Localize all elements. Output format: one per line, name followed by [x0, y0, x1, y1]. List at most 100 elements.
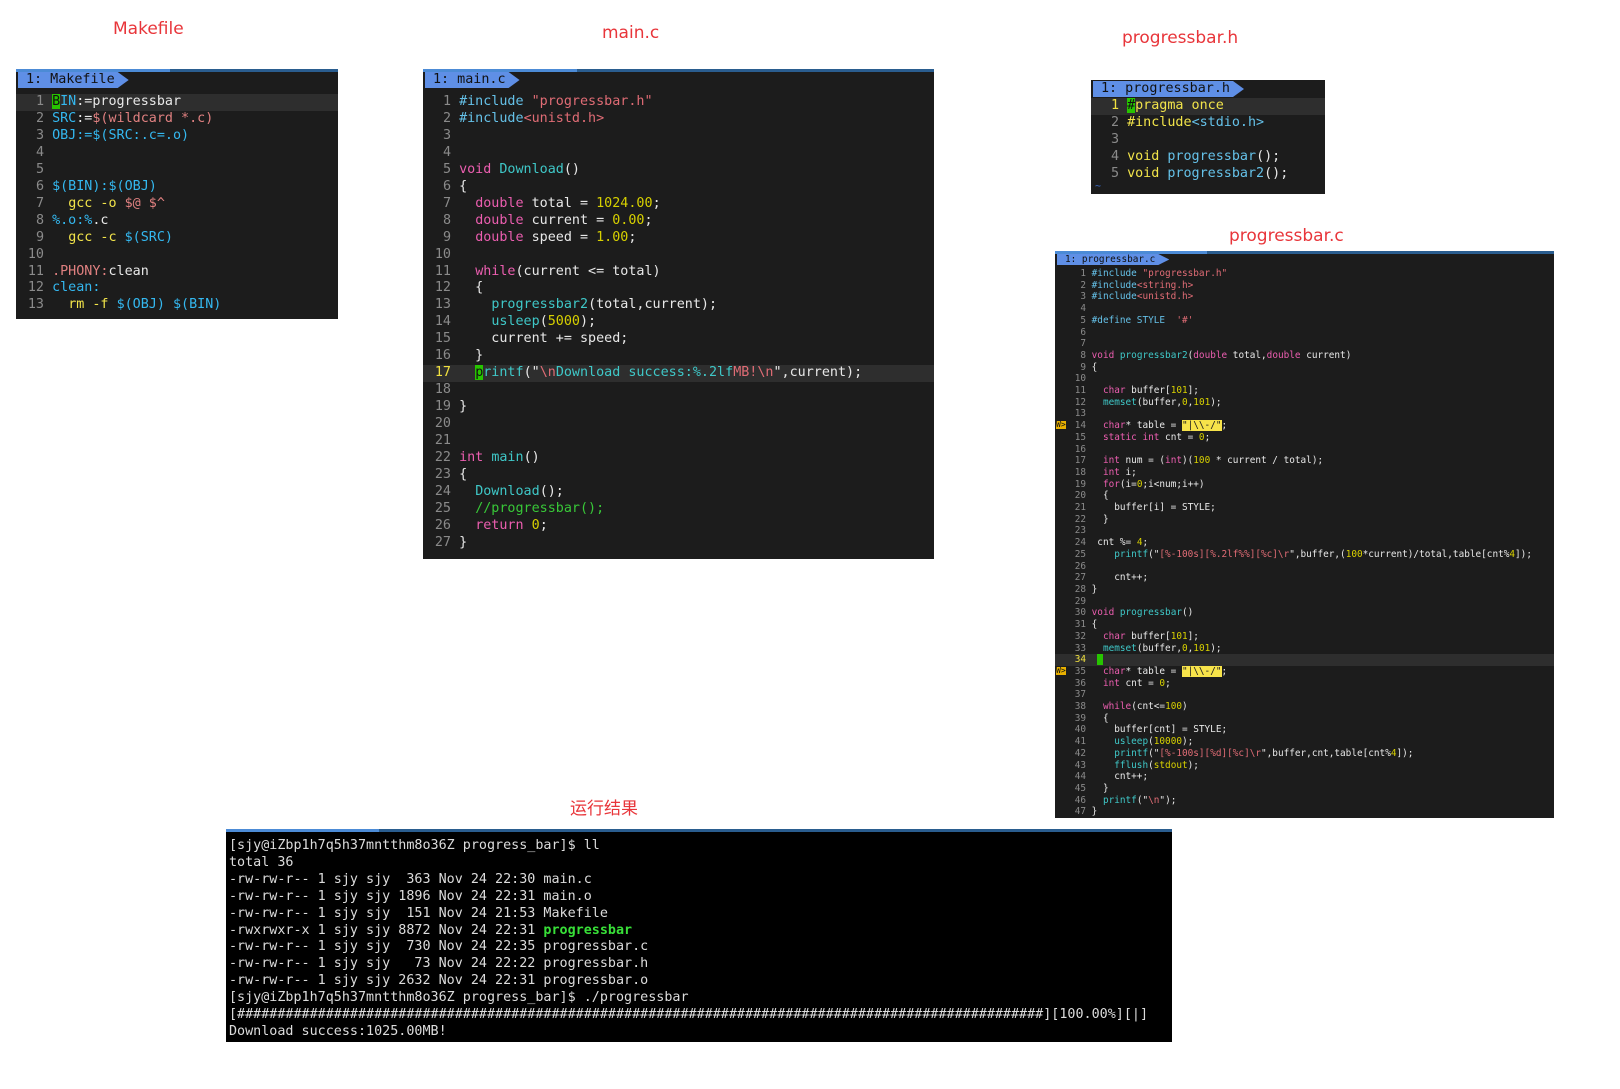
code-line[interactable]: 1 BIN:=progressbar	[16, 94, 338, 111]
progressbar-h-tab[interactable]: 1: progressbar.h	[1093, 81, 1244, 97]
code-line[interactable]: 18 int i;	[1055, 467, 1554, 479]
code-line[interactable]: 16	[1055, 444, 1554, 456]
code-line[interactable]: 27 cnt++;	[1055, 572, 1554, 584]
code-line[interactable]: 34	[1055, 654, 1554, 666]
code-line[interactable]: 2 #include<string.h>	[1055, 280, 1554, 292]
code-line[interactable]: 10	[16, 247, 338, 264]
code-line[interactable]: 3	[1091, 132, 1325, 149]
code-line[interactable]: 42 printf("[%-100s][%d][%c]\r",buffer,cn…	[1055, 748, 1554, 760]
code-line[interactable]: 13	[1055, 408, 1554, 420]
code-line[interactable]: 28 }	[1055, 584, 1554, 596]
code-line[interactable]: 23	[1055, 525, 1554, 537]
code-line[interactable]: 1 #pragma once	[1091, 98, 1325, 115]
progressbar-c-code[interactable]: 1 #include "progressbar.h" 2 #include<str…	[1055, 268, 1554, 818]
code-line[interactable]: 19 for(i=0;i<num;i++)	[1055, 479, 1554, 491]
code-line[interactable]: W> 14 char* table = "|\\-/";	[1055, 420, 1554, 432]
code-line[interactable]: 21 buffer[i] = STYLE;	[1055, 502, 1554, 514]
code-line[interactable]: 4	[423, 145, 934, 162]
code-line[interactable]: 8 void progressbar2(double total,double …	[1055, 350, 1554, 362]
code-line[interactable]: 13 progressbar2(total,current);	[423, 297, 934, 314]
code-line[interactable]: 1 #include "progressbar.h"	[1055, 268, 1554, 280]
code-line[interactable]: 1 #include "progressbar.h"	[423, 94, 934, 111]
code-line[interactable]: 3	[423, 128, 934, 145]
code-line[interactable]: 11 .PHONY:clean	[16, 264, 338, 281]
code-line[interactable]: 43 fflush(stdout);	[1055, 760, 1554, 772]
progressbar-h-code[interactable]: 1 #pragma once 2 #include<stdio.h> 3 4 voi…	[1091, 98, 1325, 183]
code-line[interactable]: 25 printf("[%-100s][%.2lf%%][%c]\r",buff…	[1055, 549, 1554, 561]
code-line[interactable]: 27 }	[423, 535, 934, 552]
code-line[interactable]: 3 OBJ:=$(SRC:.c=.o)	[16, 128, 338, 145]
code-line[interactable]: 6 {	[423, 179, 934, 196]
code-line[interactable]: 12 {	[423, 280, 934, 297]
code-line[interactable]: 25 //progressbar();	[423, 501, 934, 518]
code-line[interactable]: 14 usleep(5000);	[423, 314, 934, 331]
makefile-tab[interactable]: 1: Makefile	[18, 72, 129, 88]
code-line[interactable]: 23 {	[423, 467, 934, 484]
code-line[interactable]: 30 void progressbar()	[1055, 607, 1554, 619]
code-line[interactable]: 46 printf("\n");	[1055, 795, 1554, 807]
code-line[interactable]: 6	[1055, 327, 1554, 339]
code-line[interactable]: 31 {	[1055, 619, 1554, 631]
code-line[interactable]: 45 }	[1055, 783, 1554, 795]
code-line[interactable]: 4 void progressbar();	[1091, 149, 1325, 166]
code-line[interactable]: 7 double total = 1024.00;	[423, 196, 934, 213]
code-line[interactable]: 7	[1055, 338, 1554, 350]
code-line[interactable]: 9 gcc -c $(SRC)	[16, 230, 338, 247]
code-line[interactable]: 2 #include<unistd.h>	[423, 111, 934, 128]
code-line[interactable]: 26 return 0;	[423, 518, 934, 535]
code-line[interactable]: 33 memset(buffer,0,101);	[1055, 643, 1554, 655]
code-line[interactable]: 22 int main()	[423, 450, 934, 467]
code-line[interactable]: 6 $(BIN):$(OBJ)	[16, 179, 338, 196]
progressbar-c-tab[interactable]: 1: progressbar.c	[1057, 254, 1169, 265]
makefile-editor[interactable]: 1: Makefile 1 BIN:=progressbar 2 SRC:=$(w…	[16, 69, 338, 319]
code-line[interactable]: 17 printf("\nDownload success:%.2lfMB!\n…	[423, 365, 934, 383]
code-line[interactable]: 12 memset(buffer,0,101);	[1055, 397, 1554, 409]
code-line[interactable]: 10	[1055, 373, 1554, 385]
code-line[interactable]: 36 int cnt = 0;	[1055, 678, 1554, 690]
code-line[interactable]: 4	[1055, 303, 1554, 315]
code-line[interactable]: W> 35 char* table = "|\\-/";	[1055, 665, 1554, 678]
code-line[interactable]: 20 {	[1055, 490, 1554, 502]
code-line[interactable]: 37	[1055, 689, 1554, 701]
code-line[interactable]: 29	[1055, 596, 1554, 608]
code-line[interactable]: 47 }	[1055, 806, 1554, 818]
code-line[interactable]: 11 while(current <= total)	[423, 264, 934, 281]
code-line[interactable]: 38 while(cnt<=100)	[1055, 701, 1554, 713]
code-line[interactable]: 41 usleep(10000);	[1055, 736, 1554, 748]
code-line[interactable]: 2 SRC:=$(wildcard *.c)	[16, 111, 338, 128]
code-line[interactable]: 19 }	[423, 399, 934, 416]
makefile-code[interactable]: 1 BIN:=progressbar 2 SRC:=$(wildcard *.c)…	[16, 94, 338, 314]
code-line[interactable]: 44 cnt++;	[1055, 771, 1554, 783]
code-line[interactable]: 15 static int cnt = 0;	[1055, 432, 1554, 444]
code-line[interactable]: 18	[423, 382, 934, 399]
code-line[interactable]: 15 current += speed;	[423, 331, 934, 348]
code-line[interactable]: 16 }	[423, 348, 934, 365]
code-line[interactable]: 7 gcc -o $@ $^	[16, 196, 338, 213]
code-line[interactable]: 10	[423, 247, 934, 264]
code-line[interactable]: 32 char buffer[101];	[1055, 631, 1554, 643]
main-c-code[interactable]: 1 #include "progressbar.h" 2 #include<uni…	[423, 94, 934, 552]
code-line[interactable]: 20	[423, 416, 934, 433]
progressbar-h-editor[interactable]: 1: progressbar.h 1 #pragma once 2 #includ…	[1091, 80, 1325, 194]
code-line[interactable]: 5 void Download()	[423, 162, 934, 179]
code-line[interactable]: 5 #define STYLE '#'	[1055, 315, 1554, 327]
terminal-output[interactable]: [sjy@iZbp1h7q5h37mntthm8o36Z progress_ba…	[226, 829, 1172, 1042]
code-line[interactable]: 13 rm -f $(OBJ) $(BIN)	[16, 297, 338, 314]
code-line[interactable]: 26	[1055, 561, 1554, 573]
code-line[interactable]: 2 #include<stdio.h>	[1091, 115, 1325, 132]
code-line[interactable]: 5	[16, 162, 338, 179]
code-line[interactable]: 22 }	[1055, 514, 1554, 526]
main-c-tab[interactable]: 1: main.c	[425, 72, 520, 88]
code-line[interactable]: 24 cnt %= 4;	[1055, 537, 1554, 549]
code-line[interactable]: 8 double current = 0.00;	[423, 213, 934, 230]
code-line[interactable]: 40 buffer[cnt] = STYLE;	[1055, 724, 1554, 736]
code-line[interactable]: 5 void progressbar2();	[1091, 166, 1325, 183]
main-c-editor[interactable]: 1: main.c 1 #include "progressbar.h" 2 #i…	[423, 69, 934, 559]
code-line[interactable]: 17 int num = (int)(100 * current / total…	[1055, 455, 1554, 467]
progressbar-c-editor[interactable]: 1: progressbar.c 1 #include "progressbar…	[1055, 251, 1554, 818]
code-line[interactable]: 8 %.o:%.c	[16, 213, 338, 230]
code-line[interactable]: 3 #include<unistd.h>	[1055, 291, 1554, 303]
code-line[interactable]: 12 clean:	[16, 280, 338, 297]
code-line[interactable]: 11 char buffer[101];	[1055, 385, 1554, 397]
code-line[interactable]: 21	[423, 433, 934, 450]
